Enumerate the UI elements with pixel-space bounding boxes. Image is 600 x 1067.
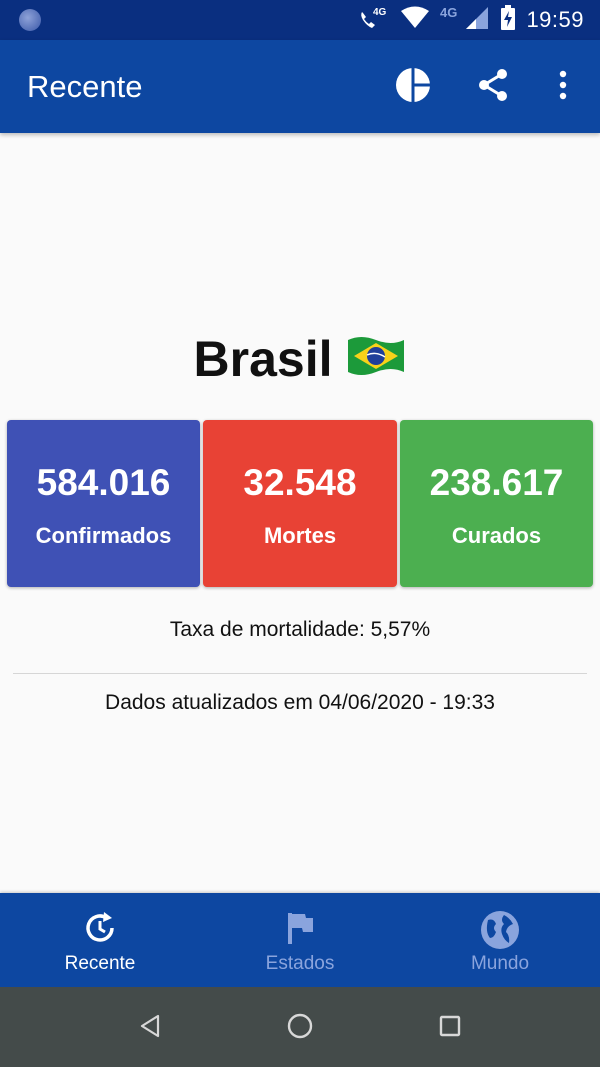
country-heading: Brasil bbox=[0, 330, 600, 388]
recovered-value: 238.617 bbox=[429, 462, 564, 503]
recents-icon bbox=[438, 1014, 462, 1043]
back-button[interactable] bbox=[135, 1013, 165, 1043]
wifi-icon bbox=[400, 6, 430, 35]
app-notification-icon bbox=[19, 9, 41, 31]
mortality-rate: Taxa de mortalidade: 5,57% bbox=[169, 618, 431, 641]
country-name: Brasil bbox=[193, 331, 333, 387]
battery-charging-icon bbox=[500, 4, 516, 36]
chart-icon bbox=[395, 67, 431, 108]
status-bar: 4G 4G 19:59 bbox=[0, 0, 600, 40]
signal-icon: 4G bbox=[440, 5, 490, 36]
share-button[interactable] bbox=[472, 66, 514, 108]
nav-label-recente: Recente bbox=[64, 953, 136, 974]
page-title: Recente bbox=[27, 69, 143, 104]
last-updated: Dados atualizados em 04/06/2020 - 19:33 bbox=[105, 691, 495, 714]
nav-item-recente[interactable]: Recente bbox=[0, 893, 200, 987]
chart-button[interactable] bbox=[392, 66, 434, 108]
divider bbox=[13, 673, 587, 674]
confirmed-label: Confirmados bbox=[35, 523, 172, 548]
more-vert-icon bbox=[558, 70, 568, 105]
nav-item-mundo[interactable]: Mundo bbox=[400, 893, 600, 987]
recovered-label: Curados bbox=[451, 523, 542, 548]
network-label-1: 4G bbox=[373, 7, 387, 18]
nav-label-mundo: Mundo bbox=[470, 953, 530, 974]
status-clock: 19:59 bbox=[526, 7, 584, 32]
globe-icon bbox=[480, 910, 520, 955]
deaths-value: 32.548 bbox=[243, 462, 357, 503]
deaths-label: Mortes bbox=[263, 523, 337, 548]
stat-card-recovered: 238.617 Curados bbox=[400, 420, 593, 587]
call-4g-icon: 4G bbox=[356, 4, 390, 37]
system-navigation-bar bbox=[0, 987, 600, 1067]
network-label-2: 4G bbox=[440, 5, 457, 20]
bottom-navigation: Recente Estados Mundo bbox=[0, 893, 600, 987]
recents-button[interactable] bbox=[435, 1013, 465, 1043]
flag-icon bbox=[285, 910, 315, 951]
nav-label-estados: Estados bbox=[265, 953, 335, 974]
home-button[interactable] bbox=[285, 1013, 315, 1043]
nav-item-estados[interactable]: Estados bbox=[200, 893, 400, 987]
brazil-flag-icon bbox=[346, 330, 406, 388]
stat-card-deaths: 32.548 Mortes bbox=[203, 420, 397, 587]
stat-card-confirmed: 584.016 Confirmados bbox=[7, 420, 200, 587]
confirmed-value: 584.016 bbox=[36, 462, 171, 503]
share-icon bbox=[476, 68, 510, 107]
back-icon bbox=[138, 1014, 162, 1043]
more-options-button[interactable] bbox=[542, 66, 584, 108]
home-icon bbox=[286, 1012, 314, 1045]
app-bar: Recente bbox=[0, 40, 600, 133]
history-icon bbox=[82, 910, 118, 951]
